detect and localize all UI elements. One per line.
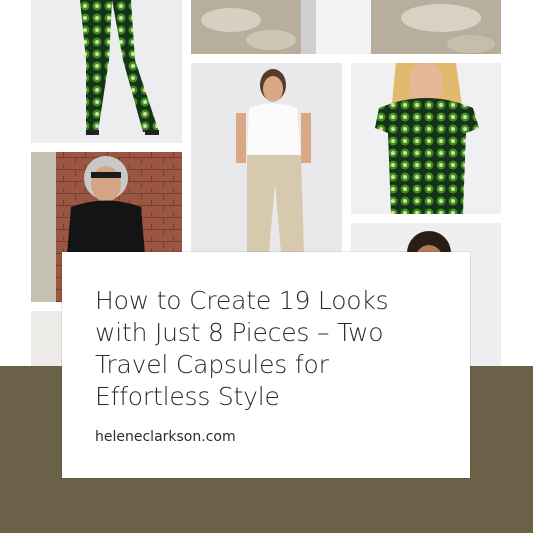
partial-photo bbox=[31, 311, 63, 366]
green-print-top-photo bbox=[351, 63, 501, 214]
green-print-pants-photo bbox=[31, 0, 182, 143]
white-tee-khaki-pants-photo bbox=[191, 63, 342, 253]
article-title: How to Create 19 Looks with Just 8 Piece… bbox=[95, 286, 389, 411]
title-card: How to Create 19 Looks with Just 8 Piece… bbox=[62, 252, 470, 478]
stone-path-photo bbox=[191, 0, 501, 54]
site-url[interactable]: heleneclarkson.com bbox=[95, 429, 236, 445]
